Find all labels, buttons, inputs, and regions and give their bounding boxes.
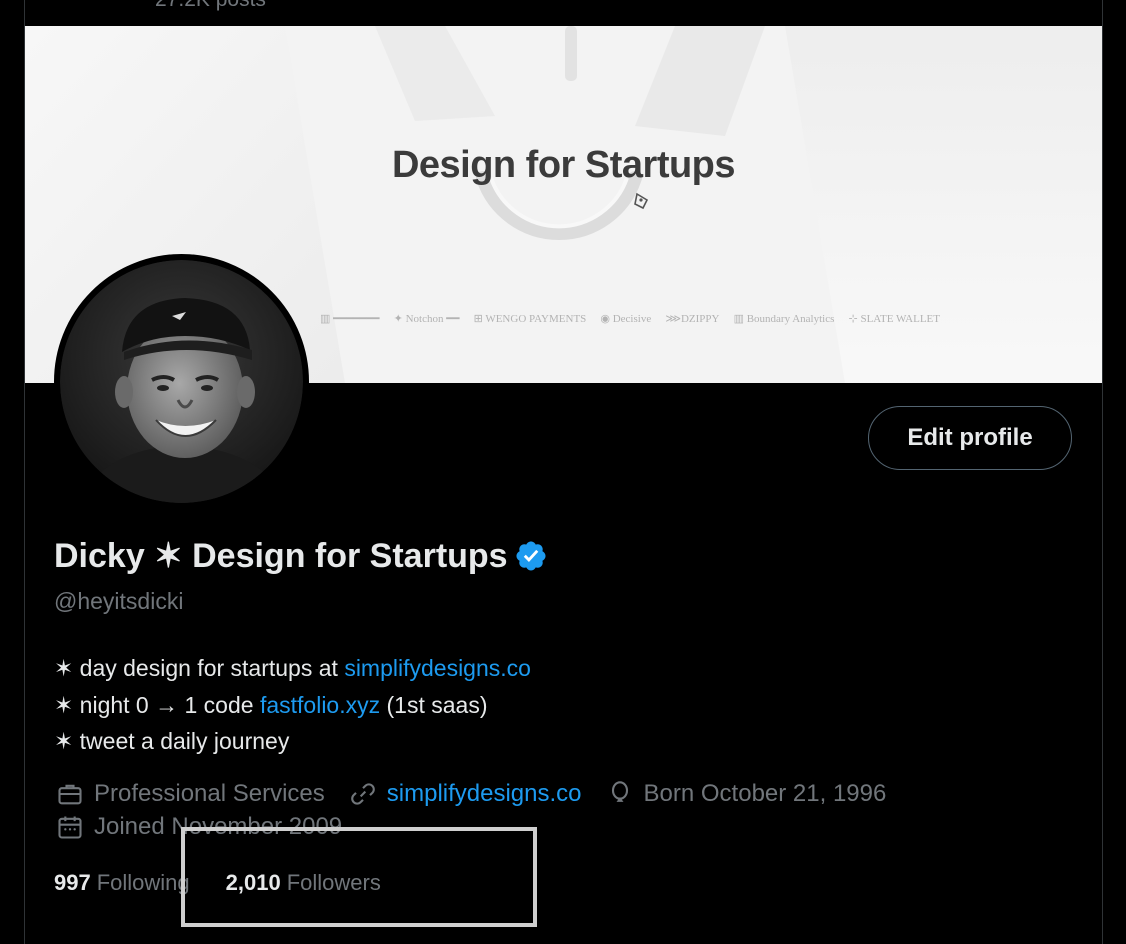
banner-client-logos: ▥ ━━━━━━━ ✦ Notchon ━━ ⊞ WENGO PAYMENTS … bbox=[320, 312, 940, 325]
edit-profile-button[interactable]: Edit profile bbox=[868, 406, 1072, 470]
verified-badge-icon[interactable] bbox=[514, 539, 548, 573]
following-count: 997 bbox=[54, 870, 91, 895]
profile-joined: Joined November 2009 bbox=[56, 813, 342, 841]
followers-label: Followers bbox=[286, 870, 381, 895]
client-logo: ▥ Boundary Analytics bbox=[733, 313, 835, 325]
followers-count: 2,010 bbox=[225, 870, 281, 895]
website-link[interactable]: simplifydesigns.co bbox=[387, 780, 582, 808]
briefcase-icon bbox=[58, 784, 82, 805]
display-name: Dicky ✶ Design for Startups bbox=[54, 537, 508, 575]
bio-line: ✶ tweet a daily journey bbox=[54, 728, 290, 754]
profile-bio: ✶ day design for startups at simplifydes… bbox=[54, 650, 531, 760]
bio-link-fastfolio[interactable]: fastfolio.xyz bbox=[260, 692, 380, 718]
bio-line: ✶ day design for startups at simplifydes… bbox=[54, 655, 531, 681]
client-logo: ▥ ━━━━━━━ bbox=[320, 313, 380, 325]
profile-website[interactable]: simplifydesigns.co bbox=[349, 780, 582, 808]
client-logo: ◉ Decisive bbox=[600, 313, 652, 325]
profile-birthday: Born October 21, 1996 bbox=[606, 780, 886, 808]
bio-link-simplifydesigns[interactable]: simplifydesigns.co bbox=[344, 655, 531, 681]
profile-name-row: Dicky ✶ Design for Startups bbox=[54, 536, 548, 576]
profile-meta-row: Professional Services simplifydesigns.co… bbox=[56, 780, 910, 808]
client-logo: ⊹ SLATE WALLET bbox=[848, 313, 940, 325]
following-link[interactable]: 997 Following bbox=[54, 870, 190, 896]
follow-stats: 997 Following 2,010 Followers bbox=[54, 870, 381, 896]
banner-title: Design for Startups bbox=[391, 144, 736, 186]
followers-link[interactable]: 2,010 Followers bbox=[226, 870, 381, 896]
client-logo: ✦ Notchon ━━ bbox=[393, 313, 460, 325]
avatar-photo bbox=[60, 260, 303, 503]
profile-handle: @heyitsdicki bbox=[54, 588, 184, 614]
bio-line: ✶ night 0 → 1 code fastfolio.xyz (1st sa… bbox=[54, 691, 488, 718]
column-border-right bbox=[1102, 0, 1103, 944]
link-icon bbox=[350, 783, 375, 805]
profile-category: Professional Services bbox=[56, 780, 325, 808]
client-logo: ⋙DZIPPY bbox=[665, 313, 720, 325]
client-logo: ⊞ WENGO PAYMENTS bbox=[473, 313, 587, 325]
avatar[interactable] bbox=[54, 254, 309, 509]
posts-count: 27.2K posts bbox=[155, 0, 266, 12]
calendar-icon bbox=[58, 816, 82, 839]
balloon-icon bbox=[611, 781, 628, 802]
following-label: Following bbox=[96, 870, 190, 895]
